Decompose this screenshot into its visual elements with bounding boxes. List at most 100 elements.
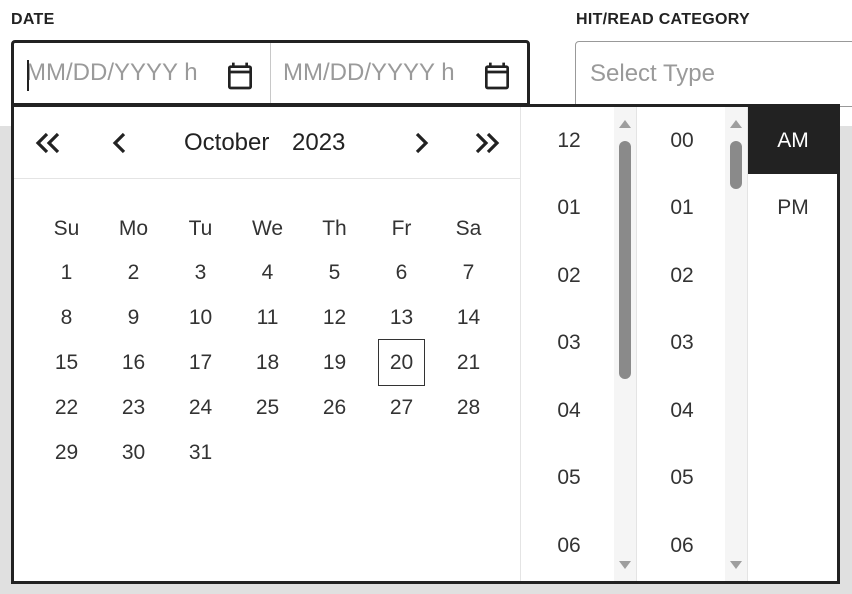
calendar-day[interactable]: 19	[301, 340, 368, 385]
calendar-day-label: 11	[256, 305, 279, 329]
calendar-day[interactable]: 27	[368, 385, 435, 430]
end-date-field[interactable]	[270, 43, 527, 103]
scroll-up-arrow-icon[interactable]	[730, 120, 742, 128]
days-grid: 1 2 3 4 5 6 7 8 9 10 11 12 13 14 15 16 17 18 19 20 21 22 23 24 2…	[33, 250, 503, 475]
ampm-option[interactable]: AM	[748, 107, 837, 174]
calendar-day[interactable]: 11	[234, 295, 301, 340]
calendar-day[interactable]: 18	[234, 340, 301, 385]
minutes-column: 06 05 04 03 02 01 00	[636, 107, 747, 581]
weekday-label: Mo	[118, 217, 149, 240]
calendar-day-label: 24	[188, 395, 213, 419]
calendar-day[interactable]: 10	[167, 295, 234, 340]
calendar-day[interactable]: 14	[435, 295, 502, 340]
double-chevron-right-icon[interactable]	[469, 126, 505, 160]
calendar-day[interactable]: 7	[435, 250, 502, 295]
hour-option[interactable]: 04	[521, 377, 617, 444]
hour-option[interactable]: 06	[521, 512, 617, 579]
scroll-down-arrow-icon[interactable]	[619, 561, 631, 569]
calendar-day-label: 6	[395, 260, 408, 284]
calendar-day-label: 15	[54, 350, 79, 374]
weekday-header: Su Mo Tu We Th Fr Sa	[33, 217, 503, 241]
date-label: DATE	[11, 11, 55, 28]
scrollbar-thumb[interactable]	[619, 141, 631, 379]
minute-option[interactable]: 03	[637, 310, 727, 377]
calendar-icon[interactable]	[481, 59, 513, 93]
hour-option[interactable]: 03	[521, 310, 617, 377]
double-chevron-left-icon[interactable]	[30, 126, 66, 160]
minutes-scrollbar[interactable]	[725, 107, 747, 581]
calendar-day[interactable]: 21	[435, 340, 502, 385]
calendar-day[interactable]: 4	[234, 250, 301, 295]
chevron-right-icon[interactable]	[403, 126, 439, 160]
calendar-day-label: 28	[456, 395, 481, 419]
calendar-day[interactable]: 13	[368, 295, 435, 340]
calendar-day[interactable]: 24	[167, 385, 234, 430]
calendar-day-label: 7	[462, 260, 475, 284]
calendar-day[interactable]: 25	[234, 385, 301, 430]
calendar-day-label: 2	[127, 260, 140, 284]
weekday-label: Su	[53, 217, 80, 240]
minute-option[interactable]: 04	[637, 377, 727, 444]
category-select[interactable]: Select Type	[575, 41, 852, 107]
calendar-day[interactable]: 8	[33, 295, 100, 340]
chevron-left-icon[interactable]	[102, 126, 138, 160]
calendar-day-label: 19	[322, 350, 347, 374]
hours-column: 06 05 04 03 02 01 12	[520, 107, 636, 581]
calendar-day[interactable]: 9	[100, 295, 167, 340]
calendar-day[interactable]: 17	[167, 340, 234, 385]
calendar-icon[interactable]	[224, 59, 256, 93]
calendar-day-label: 13	[389, 305, 414, 329]
hour-option[interactable]: 05	[521, 445, 617, 512]
calendar-day[interactable]: 23	[100, 385, 167, 430]
calendar-day[interactable]: 12	[301, 295, 368, 340]
end-date-input[interactable]	[283, 59, 473, 87]
calendar-day-label: 9	[127, 305, 140, 329]
month-label[interactable]: October	[184, 129, 269, 157]
calendar-day[interactable]: 6	[368, 250, 435, 295]
calendar-header: October 2023	[14, 107, 520, 179]
hour-option[interactable]: 12	[521, 107, 617, 174]
calendar-day-label: 4	[261, 260, 274, 284]
calendar-day[interactable]: 16	[100, 340, 167, 385]
calendar-day[interactable]: 20	[368, 339, 435, 386]
minute-option[interactable]: 05	[637, 445, 727, 512]
calendar-day[interactable]: 3	[167, 250, 234, 295]
calendar-day[interactable]: 2	[100, 250, 167, 295]
date-range-input	[11, 40, 530, 106]
minute-option[interactable]: 00	[637, 107, 727, 174]
calendar-day-label: 5	[328, 260, 341, 284]
ampm-option[interactable]: PM	[748, 175, 837, 242]
minute-option[interactable]: 06	[637, 512, 727, 579]
calendar-day-label: 10	[188, 305, 213, 329]
scroll-down-arrow-icon[interactable]	[730, 561, 742, 569]
hour-option[interactable]: 01	[521, 175, 617, 242]
calendar-day-label: 8	[60, 305, 73, 329]
start-date-input[interactable]	[26, 59, 216, 87]
scroll-up-arrow-icon[interactable]	[619, 120, 631, 128]
calendar-day[interactable]: 1	[33, 250, 100, 295]
datetime-picker-popup: October 2023 Su Mo Tu We Th Fr Sa 123456…	[11, 104, 840, 584]
calendar-day-label: 21	[456, 350, 481, 374]
calendar-day[interactable]: 28	[435, 385, 502, 430]
calendar-day[interactable]: 26	[301, 385, 368, 430]
calendar-day[interactable]: 31	[167, 430, 234, 475]
calendar-day-label: 18	[255, 350, 280, 374]
hour-option[interactable]: 02	[521, 242, 617, 309]
calendar-day[interactable]: 15	[33, 340, 100, 385]
minute-option[interactable]: 01	[637, 175, 727, 242]
year-label[interactable]: 2023	[292, 129, 345, 157]
calendar-day[interactable]: 5	[301, 250, 368, 295]
start-date-field[interactable]	[14, 43, 270, 103]
calendar-day-label: 16	[121, 350, 146, 374]
weekday-label: Sa	[455, 217, 482, 240]
calendar-day[interactable]: 30	[100, 430, 167, 475]
weekday-label: We	[251, 217, 284, 240]
calendar-day-label: 25	[255, 395, 280, 419]
weekday-label: Th	[322, 217, 347, 240]
calendar-day[interactable]: 22	[33, 385, 100, 430]
hours-scrollbar[interactable]	[614, 107, 636, 581]
minute-option[interactable]: 02	[637, 242, 727, 309]
scrollbar-thumb[interactable]	[730, 141, 742, 189]
calendar-day[interactable]: 29	[33, 430, 100, 475]
calendar-day-label: 20	[378, 339, 425, 386]
